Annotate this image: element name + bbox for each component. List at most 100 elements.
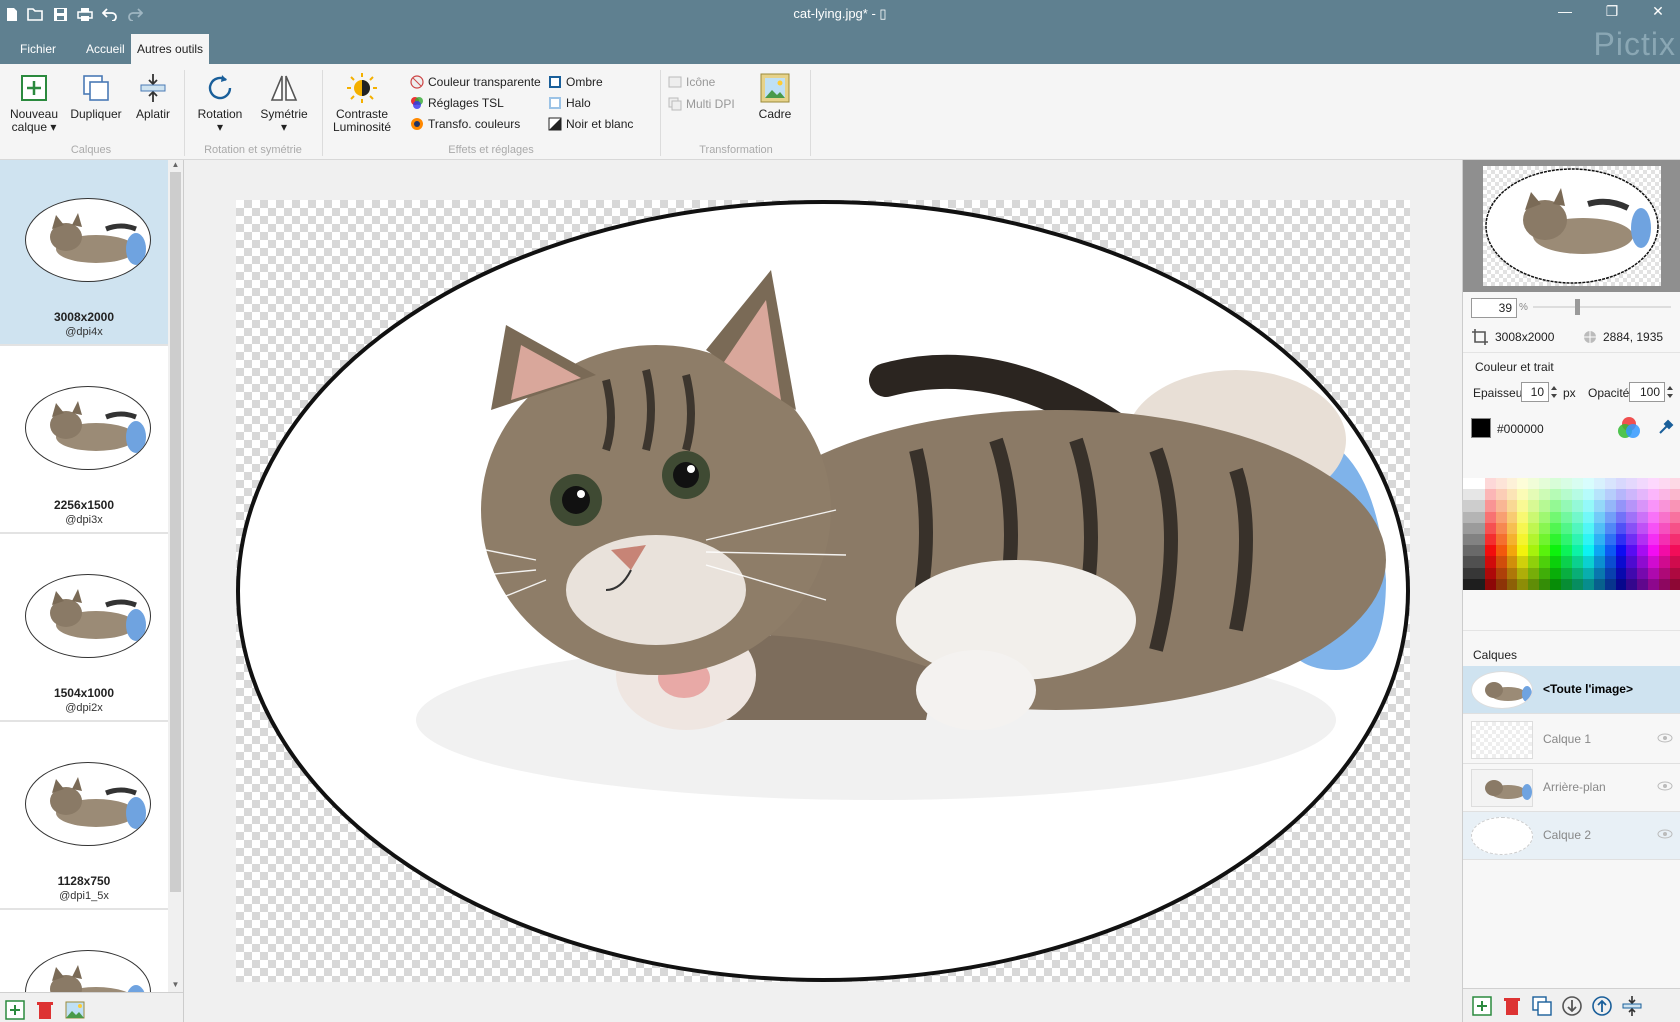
palette-swatch[interactable]: [1659, 522, 1671, 534]
palette-swatch[interactable]: [1528, 478, 1540, 490]
palette-swatch[interactable]: [1539, 533, 1551, 546]
palette-swatch[interactable]: [1550, 545, 1562, 557]
palette-swatch[interactable]: [1582, 533, 1594, 546]
palette-swatch[interactable]: [1604, 500, 1616, 512]
palette-swatch[interactable]: [1615, 567, 1627, 579]
palette-swatch[interactable]: [1582, 489, 1594, 501]
palette-swatch[interactable]: [1626, 567, 1638, 579]
palette-swatch[interactable]: [1604, 556, 1616, 568]
palette-swatch[interactable]: [1506, 578, 1518, 590]
palette-swatch[interactable]: [1561, 500, 1572, 512]
palette-swatch[interactable]: [1582, 567, 1594, 579]
palette-swatch[interactable]: [1571, 545, 1583, 557]
palette-swatch[interactable]: [1539, 556, 1551, 568]
merge-layers-icon[interactable]: [1621, 995, 1643, 1017]
palette-swatch[interactable]: [1659, 567, 1671, 579]
palette-swatch[interactable]: [1582, 478, 1594, 490]
palette-swatch[interactable]: [1561, 522, 1572, 534]
palette-swatch[interactable]: [1571, 522, 1583, 534]
palette-swatch[interactable]: [1528, 500, 1540, 512]
palette-swatch[interactable]: [1473, 489, 1485, 501]
palette-swatch[interactable]: [1561, 567, 1572, 579]
visibility-eye-icon[interactable]: [1657, 730, 1673, 746]
flatten-button[interactable]: Aplatir: [128, 72, 178, 121]
color-palette[interactable]: [1463, 478, 1680, 590]
palette-swatch[interactable]: [1506, 567, 1518, 579]
variant-item[interactable]: 1128x750 @dpi1_5x: [0, 724, 168, 910]
palette-swatch[interactable]: [1659, 578, 1671, 590]
palette-swatch[interactable]: [1561, 578, 1572, 590]
palette-swatch[interactable]: [1571, 500, 1583, 512]
palette-swatch[interactable]: [1561, 545, 1572, 557]
variant-item[interactable]: 3008x2000 @dpi4x: [0, 160, 168, 346]
palette-swatch[interactable]: [1463, 556, 1474, 568]
palette-swatch[interactable]: [1463, 533, 1474, 546]
palette-swatch[interactable]: [1528, 489, 1540, 501]
palette-swatch[interactable]: [1626, 578, 1638, 590]
palette-swatch[interactable]: [1582, 522, 1594, 534]
palette-swatch[interactable]: [1463, 578, 1474, 590]
palette-swatch[interactable]: [1615, 511, 1627, 523]
palette-swatch[interactable]: [1648, 556, 1660, 568]
icon-button[interactable]: Icône: [668, 75, 715, 89]
palette-swatch[interactable]: [1604, 567, 1616, 579]
palette-swatch[interactable]: [1517, 533, 1529, 546]
move-layer-up-icon[interactable]: [1591, 995, 1613, 1017]
palette-swatch[interactable]: [1670, 522, 1680, 534]
delete-variant-icon[interactable]: [34, 999, 56, 1021]
variants-scrollbar[interactable]: ▲ ▼: [168, 160, 183, 992]
palette-swatch[interactable]: [1539, 500, 1551, 512]
palette-swatch[interactable]: [1670, 489, 1680, 501]
palette-swatch[interactable]: [1495, 556, 1507, 568]
palette-swatch[interactable]: [1495, 567, 1507, 579]
palette-swatch[interactable]: [1582, 545, 1594, 557]
palette-swatch[interactable]: [1484, 556, 1496, 568]
palette-swatch[interactable]: [1550, 567, 1562, 579]
palette-swatch[interactable]: [1571, 478, 1583, 490]
palette-swatch[interactable]: [1539, 522, 1551, 534]
palette-swatch[interactable]: [1604, 511, 1616, 523]
halo-button[interactable]: Halo: [548, 96, 591, 110]
palette-swatch[interactable]: [1495, 522, 1507, 534]
palette-swatch[interactable]: [1561, 533, 1572, 546]
palette-swatch[interactable]: [1484, 567, 1496, 579]
zoom-slider-thumb[interactable]: [1575, 299, 1580, 315]
palette-swatch[interactable]: [1473, 478, 1485, 490]
palette-swatch[interactable]: [1637, 511, 1649, 523]
palette-swatch[interactable]: [1528, 522, 1540, 534]
palette-swatch[interactable]: [1648, 511, 1660, 523]
new-layer-button[interactable]: Nouveau calque ▾: [4, 72, 64, 134]
palette-swatch[interactable]: [1637, 567, 1649, 579]
palette-swatch[interactable]: [1637, 478, 1649, 490]
palette-swatch[interactable]: [1593, 478, 1605, 490]
layer-item-calque-2[interactable]: Calque 2: [1463, 812, 1680, 860]
palette-swatch[interactable]: [1571, 556, 1583, 568]
tab-autres-outils[interactable]: Autres outils: [131, 34, 210, 64]
palette-swatch[interactable]: [1648, 578, 1660, 590]
scroll-down-arrow[interactable]: ▼: [168, 980, 183, 992]
palette-swatch[interactable]: [1670, 500, 1680, 512]
palette-swatch[interactable]: [1473, 500, 1485, 512]
palette-swatch[interactable]: [1593, 511, 1605, 523]
palette-swatch[interactable]: [1659, 489, 1671, 501]
canvas-area[interactable]: [184, 160, 1462, 1022]
palette-swatch[interactable]: [1473, 545, 1485, 557]
palette-swatch[interactable]: [1506, 500, 1518, 512]
palette-swatch[interactable]: [1670, 567, 1680, 579]
hsl-button[interactable]: Réglages TSL: [410, 96, 504, 110]
opacity-input[interactable]: 100: [1629, 382, 1665, 402]
palette-swatch[interactable]: [1539, 567, 1551, 579]
palette-swatch[interactable]: [1593, 522, 1605, 534]
palette-swatch[interactable]: [1637, 489, 1649, 501]
eyedropper-icon[interactable]: [1657, 418, 1675, 436]
duplicate-button[interactable]: Dupliquer: [68, 72, 124, 121]
palette-swatch[interactable]: [1506, 511, 1518, 523]
layer-item-whole-image[interactable]: <Toute l'image>: [1463, 666, 1680, 714]
palette-swatch[interactable]: [1593, 567, 1605, 579]
palette-swatch[interactable]: [1670, 545, 1680, 557]
palette-swatch[interactable]: [1582, 556, 1594, 568]
palette-swatch[interactable]: [1670, 578, 1680, 590]
add-layer-icon[interactable]: [1471, 995, 1493, 1017]
palette-swatch[interactable]: [1659, 500, 1671, 512]
thickness-input[interactable]: 10: [1521, 382, 1549, 402]
